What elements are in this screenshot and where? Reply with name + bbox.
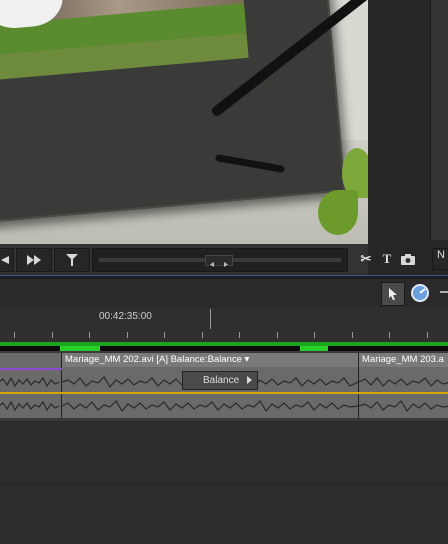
jog-slider[interactable] (92, 248, 348, 272)
side-button-label: N (437, 249, 445, 261)
step-back-icon (1, 256, 9, 264)
empty-track-area (0, 421, 448, 544)
step-back-button[interactable] (0, 248, 14, 272)
audio-clip-mariage-203[interactable]: Mariage_MM 203.a (358, 353, 448, 418)
camera-icon (401, 253, 415, 265)
waveform (359, 400, 448, 413)
program-monitor (0, 0, 368, 244)
waveform (62, 400, 358, 413)
ruler-tick (427, 332, 428, 338)
ruler-tick (239, 332, 240, 338)
more-icon[interactable] (440, 291, 448, 293)
timeline-ruler[interactable]: 00:42:35:00 (0, 307, 448, 344)
time-stretch-button[interactable] (410, 283, 430, 303)
selection-tool-button[interactable] (381, 282, 405, 306)
ruler-tick (89, 332, 90, 338)
balance-menu-item[interactable]: Balance (182, 371, 258, 390)
fast-forward-button[interactable] (16, 248, 52, 272)
title-button[interactable]: T (378, 250, 396, 268)
ruler-tick (202, 332, 203, 338)
balance-menu-label: Balance (203, 375, 240, 386)
cursor-icon (389, 288, 397, 300)
ruler-tick (127, 332, 128, 338)
volume-rubberband[interactable] (0, 392, 448, 394)
ruler-tick (164, 332, 165, 338)
timeline-toolbar (0, 279, 448, 307)
right-panel (368, 0, 448, 275)
title-icon: T (382, 251, 392, 266)
ruler-tick (52, 332, 53, 338)
jog-handle[interactable] (205, 255, 233, 267)
ruler-tick (14, 332, 15, 338)
track-divider (0, 483, 448, 484)
clock-icon (411, 284, 429, 302)
fast-forward-icon (27, 255, 41, 265)
ruler-tick (314, 332, 315, 338)
ruler-tick (210, 309, 211, 329)
clip-label: Mariage_MM 202.avi [A] Balance:Balance ▾ (62, 353, 358, 367)
transport-bar (0, 244, 368, 274)
ruler-tick (389, 332, 390, 338)
right-panel-edge (430, 0, 448, 240)
timecode-label: 00:42:35:00 (99, 311, 152, 322)
shuttle-button[interactable] (54, 248, 90, 272)
scissors-button[interactable]: ✂ (357, 250, 375, 268)
side-button[interactable]: N (432, 248, 448, 270)
waveform (0, 376, 60, 388)
clip-label: Mariage_MM 203.a (359, 353, 448, 367)
selection-marker (0, 368, 62, 370)
jog-arrows-icon (210, 262, 228, 267)
audio-clip-prev[interactable] (0, 353, 62, 418)
ruler-tick (277, 332, 278, 338)
waveform (359, 377, 448, 387)
waveform (0, 400, 60, 412)
scissors-icon: ✂ (360, 251, 372, 266)
snapshot-button[interactable] (399, 250, 417, 268)
submenu-arrow-icon (247, 376, 252, 384)
ruler-tick (352, 332, 353, 338)
shuttle-icon (66, 254, 78, 266)
leaf (318, 190, 358, 235)
